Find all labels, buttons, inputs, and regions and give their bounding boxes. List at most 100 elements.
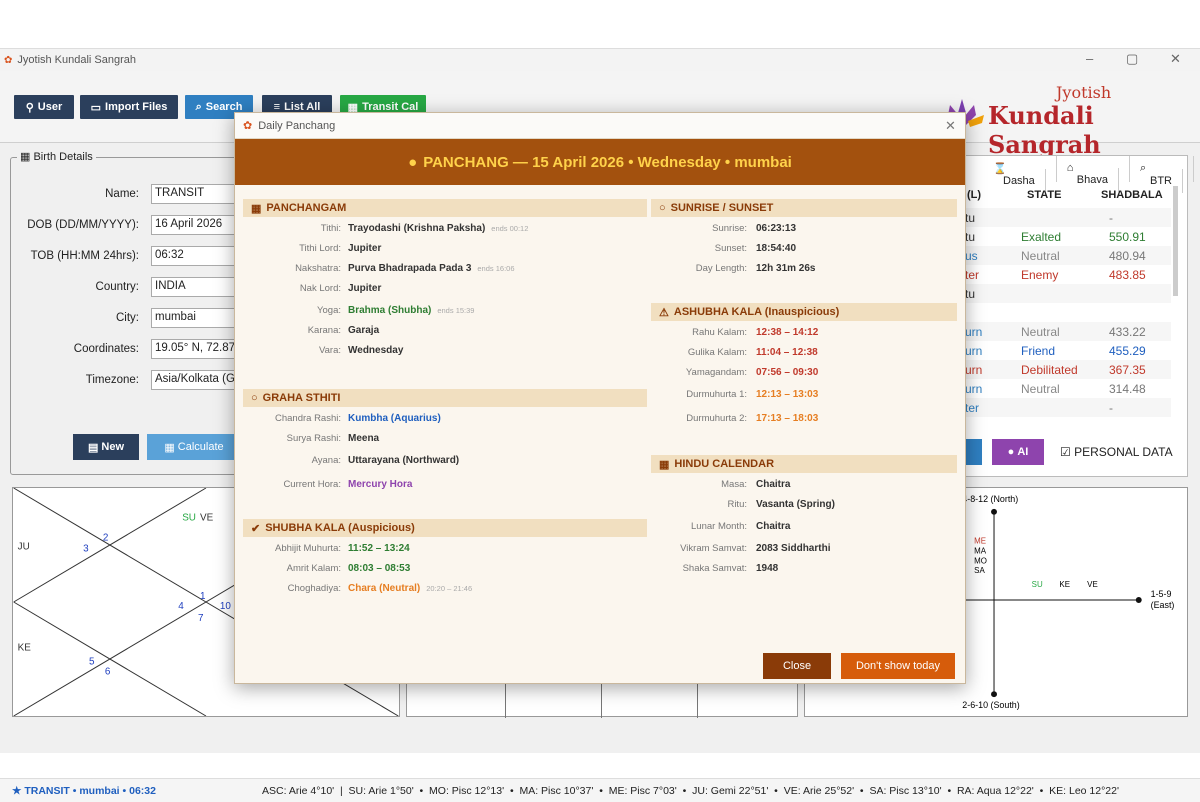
kv-row: Nak Lord: Jupiter xyxy=(235,283,965,297)
cell-shadbala: 480.94 xyxy=(1109,249,1146,263)
name-field[interactable]: TRANSIT xyxy=(151,184,241,204)
city-label: City: xyxy=(116,312,139,324)
cell-state: Enemy xyxy=(1021,268,1059,282)
tab-bhava[interactable]: ⌂ Bhava xyxy=(1057,156,1130,192)
cell-l: urn xyxy=(965,325,983,339)
su-label: SU xyxy=(182,513,196,524)
coordinates-field[interactable]: 19.05° N, 72.87 xyxy=(151,339,241,359)
calculate-button[interactable]: ▦ Calculate xyxy=(147,434,241,460)
cell-state: Neutral xyxy=(1021,325,1060,339)
kv-row: Ritu: Vasanta (Spring) xyxy=(235,499,965,513)
kv-key: Ayana: xyxy=(311,455,341,466)
daily-panchang-dialog: ✿ Daily Panchang ✕ ● PANCHANG — 15 April… xyxy=(234,112,966,684)
table-row[interactable]: tu xyxy=(961,284,1171,303)
name-label: Name: xyxy=(105,188,139,200)
table-row[interactable]: tu Exalted 550.91 xyxy=(961,227,1171,246)
close-icon[interactable]: ✕ xyxy=(1170,51,1181,67)
kv-key: Surya Rashi: xyxy=(286,433,341,444)
section-panchangam: ▦ PANCHANGAM xyxy=(243,199,647,217)
folder-icon: ▭ xyxy=(90,101,102,114)
tab-btr[interactable]: ⌕ BTR xyxy=(1130,156,1194,193)
kv-key: Durmuhurta 2: xyxy=(686,413,747,424)
kv-key: Yamagandam: xyxy=(685,367,747,378)
kv-value: Vasanta (Spring) xyxy=(756,499,835,510)
kv-value: 11:04 – 12:38 xyxy=(756,347,818,358)
table-row[interactable] xyxy=(961,303,1171,322)
col-state: STATE xyxy=(1027,189,1062,201)
country-field[interactable]: INDIA xyxy=(151,277,241,297)
table-row[interactable]: ter - xyxy=(961,398,1171,417)
cell-state: Exalted xyxy=(1021,230,1062,244)
mo-label: MO xyxy=(974,556,987,565)
dont-show-today-button[interactable]: Don't show today xyxy=(841,653,955,679)
me-label: ME xyxy=(974,537,986,546)
table-row[interactable]: urn Neutral 314.48 xyxy=(961,379,1171,398)
personal-data-checkbox[interactable]: ☑ PERSONAL DATA xyxy=(1060,445,1173,459)
tab-dasha[interactable]: ⌛ Dasha xyxy=(983,156,1057,193)
ai-button[interactable]: ● AI xyxy=(992,439,1044,465)
birth-details-legend: ▦ Birth Details xyxy=(17,150,96,163)
ashubha-title: ASHUBHA KALA (Inauspicious) xyxy=(673,306,840,318)
table-row[interactable]: ter Enemy 483.85 xyxy=(961,265,1171,284)
cell-shadbala: 314.48 xyxy=(1109,382,1146,396)
sunrise-icon: ○ xyxy=(659,202,666,214)
close-button[interactable]: Close xyxy=(763,653,831,679)
dialog-title: Daily Panchang xyxy=(258,119,336,132)
calc-icon: ▦ xyxy=(164,441,178,454)
kv-key: Rahu Kalam: xyxy=(692,327,747,338)
ma-label: MA xyxy=(974,546,987,555)
calendar-small-icon: ▦ xyxy=(20,151,31,163)
house-7: 7 xyxy=(198,613,204,624)
search-icon: ⌕ xyxy=(195,100,202,113)
col-l: (L) xyxy=(967,189,982,201)
cell-l: us xyxy=(965,249,978,263)
kv-value: Chara (Neutral) 20:20 – 21:46 xyxy=(348,583,473,594)
user-button[interactable]: ⚲ User xyxy=(14,95,74,119)
import-files-button[interactable]: ▭ Import Files xyxy=(80,95,178,119)
user-icon: ⚲ xyxy=(25,101,34,114)
warning-icon: ⚠ xyxy=(659,306,669,319)
kv-value: 06:23:13 xyxy=(756,223,797,234)
table-row[interactable]: urn Debilitated 367.35 xyxy=(961,360,1171,379)
minimize-icon[interactable]: – xyxy=(1086,51,1093,66)
cell-shadbala: 433.22 xyxy=(1109,325,1146,339)
user-label: User xyxy=(37,101,63,113)
right-tabs: ⌛ Dasha ⌂ Bhava ⌕ BTR xyxy=(983,156,1194,193)
kv-row: Vikram Samvat: 2083 Siddharthi xyxy=(235,543,965,557)
table-row[interactable]: urn Friend 455.29 xyxy=(961,341,1171,360)
kv-value: Uttarayana (Northward) xyxy=(348,455,460,466)
kv-key: Masa: xyxy=(721,479,747,490)
kv-value: Meena xyxy=(348,433,380,444)
tob-field[interactable]: 06:32 xyxy=(151,246,241,266)
dialog-logo-icon: ✿ xyxy=(243,120,253,132)
scrollbar[interactable] xyxy=(1173,186,1178,296)
house-6: 6 xyxy=(105,666,111,677)
kv-value: 2083 Siddharthi xyxy=(756,543,831,554)
kv-key: Vikram Samvat: xyxy=(680,543,747,554)
new-button[interactable]: ▤ New xyxy=(73,434,139,460)
house-4: 4 xyxy=(178,601,184,612)
ve-right-label: VE xyxy=(1087,580,1098,589)
birth-details-group: ▦ Birth Details Name: TRANSIT DOB (DD/MM… xyxy=(10,150,241,475)
table-row[interactable]: us Neutral 480.94 xyxy=(961,246,1171,265)
cell-state: Neutral xyxy=(1021,382,1060,396)
calendar-icon: ▦ xyxy=(659,458,670,471)
window-title: Jyotish Kundali Sangrah xyxy=(17,54,137,66)
dialog-close-icon[interactable]: ✕ xyxy=(945,118,956,134)
kv-key: Day Length: xyxy=(695,263,747,274)
kv-key: Ritu: xyxy=(727,499,747,510)
city-field[interactable]: mumbai xyxy=(151,308,241,328)
east-label-2: (East) xyxy=(1151,600,1175,610)
maximize-icon[interactable]: ▢ xyxy=(1126,51,1138,67)
table-row[interactable]: tu - xyxy=(961,208,1171,227)
kv-extra: 20:20 – 21:46 xyxy=(426,584,473,593)
timezone-select[interactable]: Asia/Kolkata (G xyxy=(151,370,241,390)
kv-key: Gulika Kalam: xyxy=(687,347,747,358)
dob-field[interactable]: 16 April 2026 xyxy=(151,215,241,235)
dialog-title-bar: ✿ Daily Panchang ✕ xyxy=(235,113,965,139)
cell-shadbala: 455.29 xyxy=(1109,344,1146,358)
kv-value: Chaitra xyxy=(756,521,791,532)
cell-l: tu xyxy=(965,211,976,225)
kv-row: Surya Rashi: Meena xyxy=(235,433,965,447)
table-row[interactable]: urn Neutral 433.22 xyxy=(961,322,1171,341)
